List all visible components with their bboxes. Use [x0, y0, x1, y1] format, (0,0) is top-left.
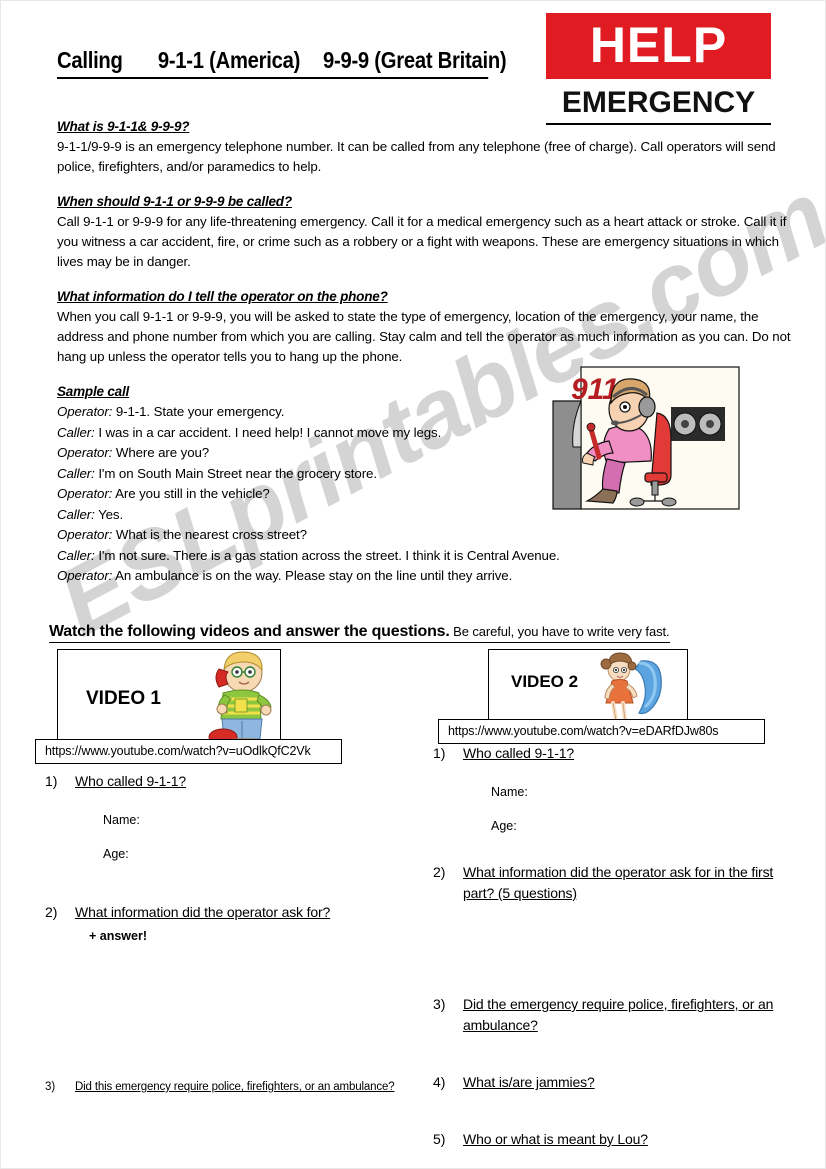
boy-on-telephone-clipart: [199, 651, 277, 748]
dialog-speaker: Operator:: [57, 404, 113, 419]
question-number: 1): [433, 745, 446, 761]
section-heading: What information do I tell the operator …: [57, 289, 388, 304]
answer-field-age[interactable]: Age:: [103, 844, 445, 864]
dialog-line: Caller: I'm on South Main Street near th…: [57, 464, 577, 485]
question-answer-note: + answer!: [89, 929, 148, 943]
info-section-1: What is 9-1-1& 9-9-9? 9-1-1/9-9-9 is an …: [57, 119, 797, 177]
dialog-line: Caller: I was in a car accident. I need …: [57, 423, 577, 444]
answer-field-name[interactable]: Name:: [103, 810, 445, 830]
dialog-line: Operator: Where are you?: [57, 443, 577, 464]
info-section-2: When should 9-1-1 or 9-9-9 be called? Ca…: [57, 194, 797, 272]
video-1-questions: 1) Who called 9-1-1? Name: Age: 2) What …: [45, 771, 445, 1100]
dialog-text: I'm on South Main Street near the grocer…: [94, 465, 377, 481]
dialog-speaker: Operator:: [57, 445, 113, 460]
dialog-line: Caller: I'm not sure. There is a gas sta…: [57, 546, 677, 567]
page-title: Calling 9-1-1 (America) 9-9-9 (Great Brita…: [57, 47, 507, 79]
worksheet-body: What is 9-1-1& 9-9-9? 9-1-1/9-9-9 is an …: [57, 119, 797, 604]
video-1-url[interactable]: https://www.youtube.com/watch?v=uOdlkQfC…: [35, 739, 342, 764]
question-number: 1): [45, 773, 58, 789]
page-title-part1: Calling: [57, 47, 123, 73]
dialog-speaker: Caller:: [57, 547, 95, 563]
info-section-3: What information do I tell the operator …: [57, 289, 797, 367]
dialog-speaker: Operator:: [57, 527, 113, 542]
videos-instruction-sub: Be careful, you have to write very fast.: [449, 624, 670, 639]
page-header: Calling 9-1-1 (America) 9-9-9 (Great Brita…: [1, 1, 825, 131]
question-row: 1) Who called 9-1-1?: [45, 771, 445, 792]
dialog-text: 9-1-1. State your emergency.: [112, 404, 285, 419]
question-number: 2): [45, 904, 58, 920]
videos-instruction-main: Watch the following videos and answer th…: [49, 623, 450, 640]
dialog-speaker: Caller:: [57, 506, 95, 522]
sample-call-section: Sample call Operator: 9-1-1. State your …: [57, 384, 577, 587]
question-number: 5): [433, 1131, 446, 1147]
video-1-label: VIDEO 1: [86, 688, 161, 709]
question-text: What information did the operator ask fo…: [75, 904, 331, 920]
answer-field-age[interactable]: Age:: [491, 816, 805, 836]
dialog-line: Operator: What is the nearest cross stre…: [57, 525, 577, 546]
question-text: Who or what is meant by Lou?: [463, 1131, 648, 1147]
dialog-text: I was in a car accident. I need help! I …: [94, 424, 442, 440]
dialog-text: Yes.: [94, 506, 124, 522]
section-body: Call 9-1-1 or 9-9-9 for any life-threate…: [57, 214, 787, 269]
dialog-line: Caller: Yes.: [57, 505, 577, 526]
question-text: Who called 9-1-1?: [75, 773, 187, 789]
girl-on-telephone-clipart: [595, 651, 669, 723]
question-row: 2) What information did the operator ask…: [433, 862, 805, 904]
question-number: 3): [433, 996, 446, 1012]
dialog-speaker: Operator:: [57, 568, 113, 583]
question-number: 4): [433, 1074, 446, 1090]
worksheet-page: ESLprintables.com Calling 9-1-1 (America)…: [0, 0, 826, 1169]
question-number: 2): [433, 864, 446, 880]
question-row: 4) What is/are jammies?: [433, 1072, 805, 1093]
question-row: 3) Did this emergency require police, fi…: [45, 1079, 445, 1096]
logo-help-text: HELP: [546, 13, 771, 79]
question-row: 5) Who or what is meant by Lou?: [433, 1129, 805, 1150]
videos-instruction: Watch the following videos and answer th…: [49, 623, 670, 643]
dialog-line: Operator: 9-1-1. State your emergency.: [57, 402, 577, 423]
dialog-speaker: Caller:: [57, 465, 95, 481]
question-row: 3) Did the emergency require police, fir…: [433, 994, 805, 1036]
question-text: What information did the operator ask fo…: [463, 864, 774, 901]
operator-clipart-svg: 911: [552, 366, 740, 510]
page-title-part2: 9-1-1 (America): [157, 47, 301, 73]
dialog-text: I'm not sure. There is a gas station acr…: [94, 547, 560, 563]
dialog-speaker: Operator:: [57, 486, 113, 501]
section-heading: What is 9-1-1& 9-9-9?: [57, 119, 190, 134]
operator-clipart: 911: [549, 363, 741, 513]
question-text: What is/are jammies?: [463, 1074, 595, 1090]
boy-clipart-svg: [208, 651, 272, 748]
question-text: Did the emergency require police, firefi…: [463, 996, 774, 1033]
girl-clipart-svg: [600, 652, 662, 722]
question-number: 3): [45, 1081, 56, 1093]
help-emergency-logo: HELP EMERGENCY: [546, 13, 771, 125]
dialog-text: What is the nearest cross street?: [112, 527, 307, 542]
question-row: 1) Who called 9-1-1?: [433, 743, 805, 764]
dialog-line: Operator: An ambulance is on the way. Pl…: [57, 566, 677, 587]
video-2-questions: 1) Who called 9-1-1? Name: Age: 2) What …: [433, 743, 805, 1154]
dialog-speaker: Caller:: [57, 424, 95, 440]
section-body: When you call 9-1-1 or 9-9-9, you will b…: [57, 309, 791, 364]
question-row: 2) What information did the operator ask…: [45, 902, 445, 923]
question-text: Did this emergency require police, firef…: [75, 1081, 395, 1093]
sample-call-heading: Sample call: [57, 384, 130, 399]
video-2-label: VIDEO 2: [511, 672, 579, 691]
section-heading: When should 9-1-1 or 9-9-9 be called?: [57, 194, 292, 209]
question-text: Who called 9-1-1?: [463, 745, 575, 761]
dialog-text: Where are you?: [112, 445, 210, 460]
dialog-text: An ambulance is on the way. Please stay …: [112, 568, 513, 583]
dialog-text: Are you still in the vehicle?: [112, 486, 270, 501]
page-title-part3: 9-9-9 (Great Britain): [322, 47, 507, 73]
dialog-line: Operator: Are you still in the vehicle?: [57, 484, 577, 505]
answer-field-name[interactable]: Name:: [491, 782, 805, 802]
video-2-url[interactable]: https://www.youtube.com/watch?v=eDARfDJw…: [438, 719, 765, 744]
section-body: 9-1-1/9-9-9 is an emergency telephone nu…: [57, 139, 776, 174]
